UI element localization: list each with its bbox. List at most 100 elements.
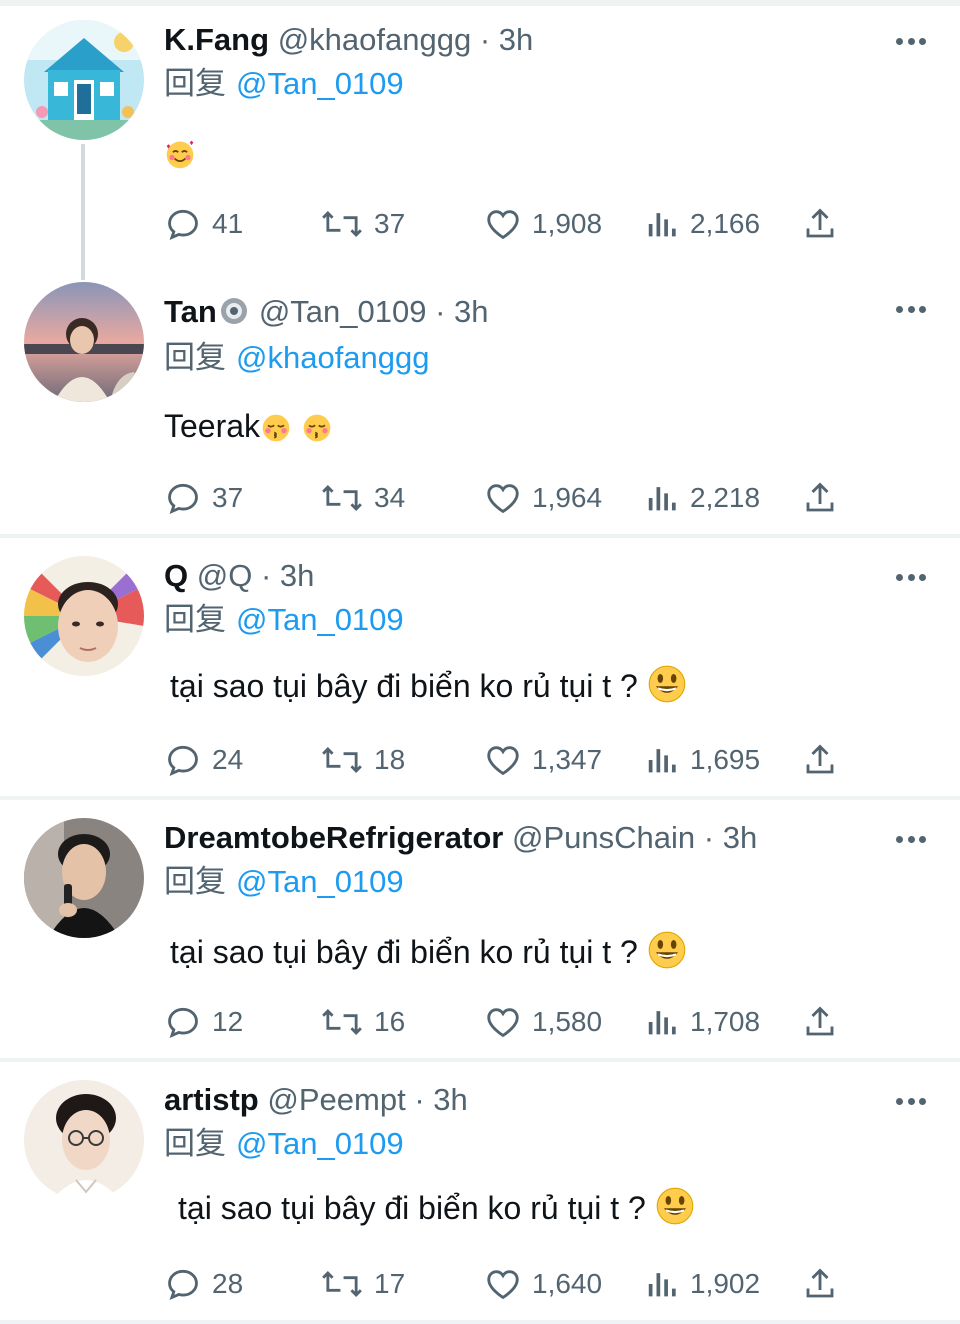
- like-button[interactable]: 1,908: [484, 204, 602, 244]
- like-button[interactable]: 1,347: [484, 740, 602, 780]
- views-button[interactable]: 1,708: [646, 1002, 760, 1042]
- more-icon[interactable]: [896, 1096, 926, 1106]
- user-handle[interactable]: @khaofanggg: [278, 22, 472, 57]
- share-button[interactable]: [802, 204, 848, 244]
- views-count: 1,708: [690, 1006, 761, 1037]
- tweet-actions: 37 34 1,964 2,218: [164, 478, 844, 518]
- share-button[interactable]: [802, 740, 848, 780]
- separator: ·: [414, 1082, 425, 1117]
- user-handle[interactable]: @Peempt: [267, 1082, 405, 1117]
- display-name[interactable]: K.Fang: [164, 22, 269, 57]
- reply-icon: [168, 745, 198, 777]
- like-button[interactable]: 1,580: [484, 1002, 602, 1042]
- avatar[interactable]: [24, 818, 144, 938]
- like-count: 1,580: [532, 1006, 603, 1037]
- user-handle[interactable]: @Tan_0109: [259, 294, 427, 329]
- timestamp[interactable]: 3h: [433, 1082, 467, 1117]
- share-button[interactable]: [802, 1002, 848, 1042]
- tweet-text: Teerak: [164, 402, 333, 450]
- like-count: 1,964: [532, 482, 603, 513]
- views-button[interactable]: 1,902: [646, 1264, 760, 1304]
- tweet-card[interactable]: K.Fang @khaofanggg · 3h 回复 @Tan_0109 41 3…: [0, 0, 960, 270]
- views-count: 1,902: [690, 1268, 761, 1299]
- retweet-count: 37: [374, 208, 406, 239]
- reply-to-handle[interactable]: @Tan_0109: [236, 602, 404, 637]
- like-icon: [487, 1008, 519, 1038]
- avatar[interactable]: [24, 20, 144, 140]
- reply-to-handle[interactable]: @khaofanggg: [236, 340, 430, 375]
- smiling-face-with-hearts-icon: [166, 140, 194, 169]
- reply-to-handle[interactable]: @Tan_0109: [236, 66, 404, 101]
- avatar[interactable]: [24, 282, 144, 402]
- avatar[interactable]: [24, 1080, 144, 1200]
- timestamp[interactable]: 3h: [723, 820, 757, 855]
- reply-prefix: 回复: [164, 602, 226, 637]
- badge-icon: [220, 298, 247, 324]
- tweet-card[interactable]: Tan @Tan_0109 · 3h 回复 @khaofanggg Teerak 3…: [0, 270, 960, 534]
- display-name[interactable]: Tan: [164, 294, 217, 329]
- retweet-icon: [322, 1270, 362, 1298]
- tweet-header: Q @Q · 3h: [164, 554, 314, 598]
- more-icon[interactable]: [896, 572, 926, 582]
- reply-icon: [168, 483, 198, 515]
- tweet-text: tại sao tụi bây đi biển ko rủ tụi t ?: [170, 928, 687, 976]
- views-count: 2,218: [690, 482, 761, 513]
- reply-prefix: 回复: [164, 66, 226, 101]
- more-icon[interactable]: [896, 834, 926, 844]
- display-name[interactable]: Q: [164, 558, 188, 593]
- retweet-button[interactable]: 16: [320, 1002, 405, 1042]
- retweet-button[interactable]: 34: [320, 478, 405, 518]
- reply-to-handle[interactable]: @Tan_0109: [236, 864, 404, 899]
- reply-button[interactable]: 37: [164, 478, 243, 518]
- views-button[interactable]: 1,695: [646, 740, 760, 780]
- tweet-card[interactable]: artistp @Peempt · 3h 回复 @Tan_0109 tại sao…: [0, 1062, 960, 1320]
- tweet-text-content: Teerak: [164, 408, 261, 444]
- views-icon: [648, 1011, 676, 1035]
- kissing-face-with-closed-eyes-icon: [262, 414, 290, 442]
- tweet-header: Tan @Tan_0109 · 3h: [164, 290, 489, 334]
- share-button[interactable]: [802, 1264, 848, 1304]
- separator: ·: [479, 22, 491, 57]
- tweet-actions: 41 37 1,908 2,166: [164, 204, 844, 244]
- timestamp[interactable]: 3h: [454, 294, 488, 329]
- tweet-header: DreamtobeRefrigerator @PunsChain · 3h: [164, 816, 757, 860]
- display-name[interactable]: DreamtobeRefrigerator: [164, 820, 503, 855]
- reply-button[interactable]: 24: [164, 740, 243, 780]
- like-count: 1,640: [532, 1268, 603, 1299]
- avatar[interactable]: [24, 556, 144, 676]
- tweet-card[interactable]: DreamtobeRefrigerator @PunsChain · 3h 回复…: [0, 800, 960, 1058]
- more-icon[interactable]: [896, 304, 926, 314]
- reply-button[interactable]: 12: [164, 1002, 243, 1042]
- share-button[interactable]: [802, 478, 848, 518]
- tweet-text: [164, 128, 196, 176]
- retweet-button[interactable]: 17: [320, 1264, 405, 1304]
- like-button[interactable]: 1,964: [484, 478, 602, 518]
- like-icon: [487, 484, 519, 514]
- tweet-card[interactable]: Q @Q · 3h 回复 @Tan_0109 tại sao tụi bây đi…: [0, 538, 960, 796]
- tweet-actions: 28 17 1,640 1,902: [164, 1264, 844, 1304]
- replying-to-line: 回复 @khaofanggg: [164, 336, 430, 380]
- like-button[interactable]: 1,640: [484, 1264, 602, 1304]
- user-handle[interactable]: @Q: [197, 558, 253, 593]
- retweet-button[interactable]: 18: [320, 740, 405, 780]
- views-icon: [648, 487, 676, 511]
- views-icon: [648, 749, 676, 773]
- display-name[interactable]: artistp: [164, 1082, 259, 1117]
- retweet-count: 17: [374, 1268, 406, 1299]
- views-button[interactable]: 2,218: [646, 478, 760, 518]
- user-handle[interactable]: @PunsChain: [512, 820, 695, 855]
- more-icon[interactable]: [896, 36, 926, 46]
- timestamp[interactable]: 3h: [280, 558, 314, 593]
- reply-to-handle[interactable]: @Tan_0109: [236, 1126, 404, 1161]
- reply-button[interactable]: 28: [164, 1264, 243, 1304]
- timestamp[interactable]: 3h: [499, 22, 533, 57]
- retweet-count: 34: [374, 482, 406, 513]
- views-icon: [648, 1273, 676, 1297]
- retweet-button[interactable]: 37: [320, 204, 405, 244]
- like-icon: [487, 210, 519, 240]
- tweet-text: tại sao tụi bây đi biển ko rủ tụi t ?: [170, 662, 687, 710]
- reply-prefix: 回复: [164, 864, 226, 899]
- replying-to-line: 回复 @Tan_0109: [164, 860, 404, 904]
- views-button[interactable]: 2,166: [646, 204, 760, 244]
- reply-button[interactable]: 41: [164, 204, 243, 244]
